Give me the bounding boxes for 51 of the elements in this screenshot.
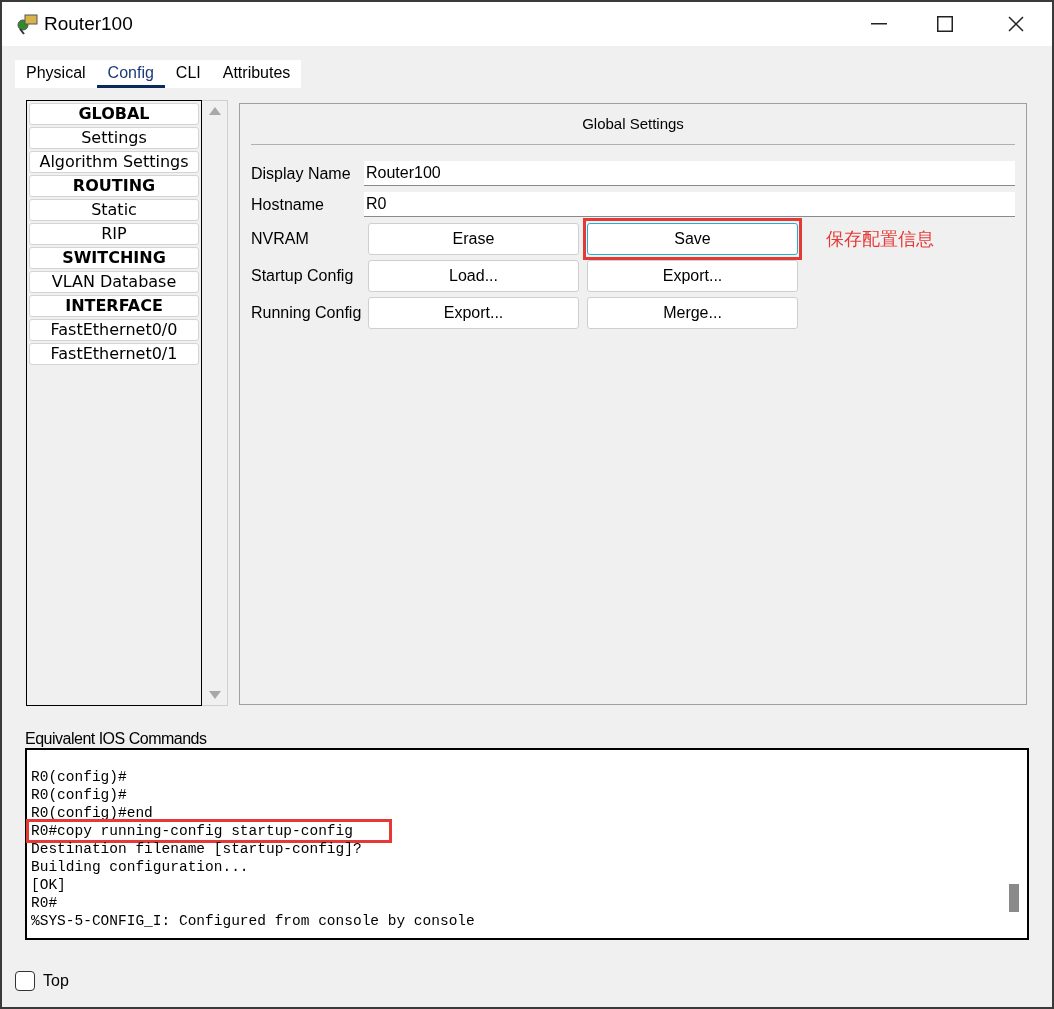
action-button[interactable]: Erase [368,223,579,255]
sidebar-item[interactable]: Settings [29,127,199,149]
tab[interactable]: CLI [164,60,212,88]
scroll-up-icon[interactable] [208,107,221,115]
minimize-icon[interactable] [871,23,887,25]
console-line: R0(config)# [30,786,128,804]
checkbox[interactable] [15,971,35,991]
sidebar-item[interactable]: Algorithm Settings [29,151,199,173]
row-label: Running Config [251,303,363,323]
console-line: R0#copy running-config startup-config [29,822,389,840]
tab[interactable]: Config [96,60,165,88]
row-label: NVRAM [251,229,310,249]
console-line: Destination filename [startup-config]? [30,840,363,858]
console-line: R0(config)#end [30,804,154,822]
sidebar-header[interactable]: GLOBAL [29,103,199,125]
action-button[interactable]: Export... [368,297,579,329]
field-label: Hostname [251,194,325,215]
console-line: R0(config)# [30,768,128,786]
scroll-thumb[interactable] [1009,884,1019,912]
sidebar-header[interactable]: INTERFACE [29,295,199,317]
sidebar-header[interactable]: SWITCHING [29,247,199,269]
router-icon [16,12,40,36]
close-icon[interactable] [1008,16,1024,32]
action-button[interactable]: Export... [587,260,798,292]
annotation-text: 保存配置信息 [826,227,934,251]
panel-title: Global Settings [582,113,684,134]
field-label: Display Name [251,163,352,184]
maximize-icon[interactable] [937,16,953,32]
window-title: Router100 [44,11,133,36]
row-label: Startup Config [251,266,355,286]
console-line: R0# [30,894,59,912]
scrollbar[interactable] [202,100,228,706]
action-button[interactable]: Load... [368,260,579,292]
console-line: %SYS-5-CONFIG_I: Configured from console by console [30,912,476,930]
input-field[interactable]: R0 [364,192,1015,217]
tab[interactable]: Physical [15,60,97,88]
sidebar-item[interactable]: RIP [29,223,199,245]
sidebar-header[interactable]: ROUTING [29,175,199,197]
console-label: Equivalent IOS Commands [25,730,208,748]
sidebar-item[interactable]: FastEthernet0/1 [29,343,199,365]
tab[interactable]: Attributes [211,60,302,88]
console-line: Building configuration... [30,858,250,876]
sidebar-item[interactable]: FastEthernet0/0 [29,319,199,341]
sidebar-item[interactable]: Static [29,199,199,221]
checkbox-label: Top [43,971,69,991]
action-button[interactable]: Merge... [587,297,798,329]
console-line: [OK] [30,876,67,894]
scroll-down-icon[interactable] [208,691,221,699]
sidebar-item[interactable]: VLAN Database [29,271,199,293]
input-field[interactable]: Router100 [364,161,1015,186]
action-button[interactable]: Save [587,223,798,255]
